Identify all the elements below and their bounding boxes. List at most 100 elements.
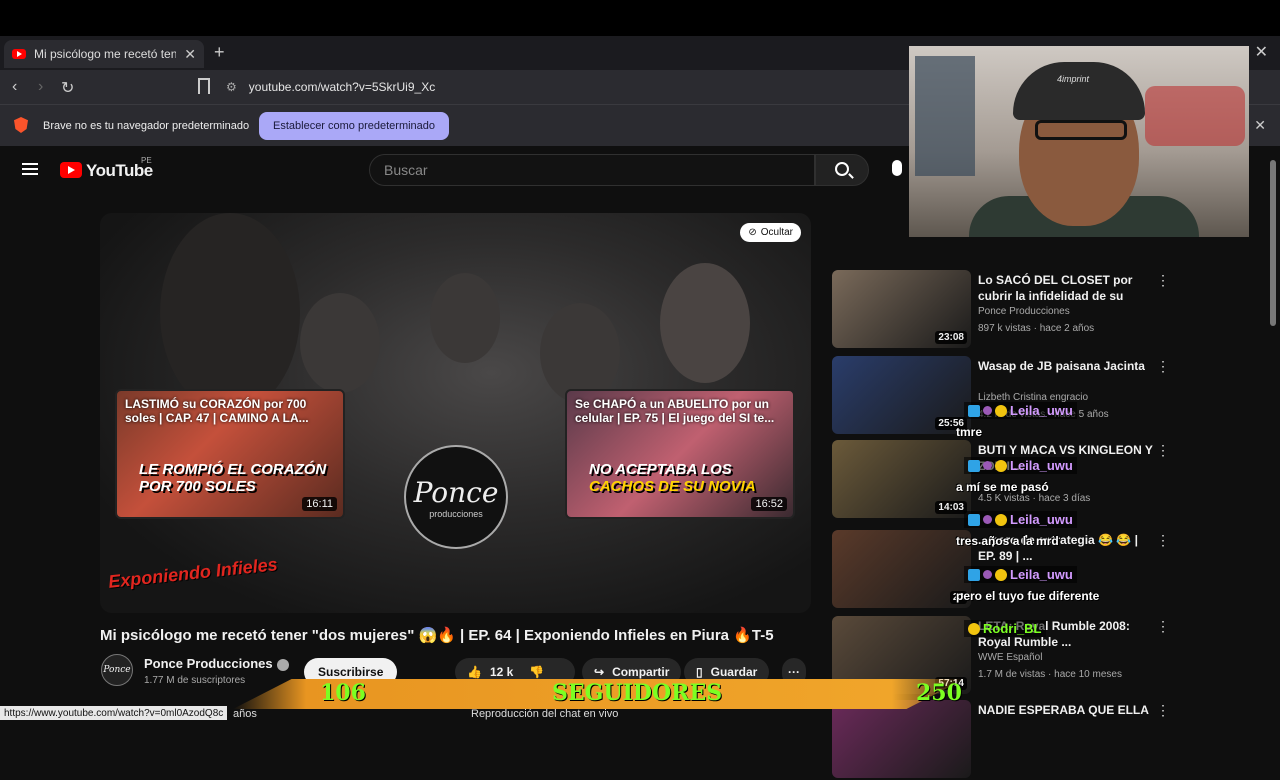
infobar-close-icon[interactable]: ✕ (1254, 117, 1266, 134)
chat-username[interactable]: Leila_uwu (964, 566, 1077, 583)
window-close-icon[interactable]: ✕ (1255, 42, 1268, 62)
chat-username[interactable]: Leila_uwu (964, 457, 1077, 474)
more-vert-icon[interactable]: ⋮ (1156, 702, 1170, 719)
more-vert-icon[interactable]: ⋮ (1156, 442, 1170, 459)
like-icon[interactable]: 👍 (467, 665, 482, 679)
close-tab-icon[interactable]: ✕ (184, 46, 196, 63)
video-title[interactable]: NADIE ESPERABA QUE ELLA (978, 702, 1158, 718)
crowd-figure (430, 273, 500, 363)
chat-message: tmre (956, 425, 983, 439)
video-thumbnail[interactable]: 14:03 (832, 440, 971, 518)
follower-target: 250 (916, 680, 962, 706)
youtube-logo-icon[interactable] (60, 162, 82, 178)
chat-username[interactable]: Rodri_BL (964, 620, 1046, 637)
channel-name[interactable]: Ponce Producciones (978, 306, 1070, 317)
bookmark-icon[interactable] (198, 78, 210, 94)
brave-logo-icon (14, 117, 28, 133)
badge-icon (968, 568, 980, 581)
badge-icon (995, 513, 1007, 526)
streamer-glasses (1035, 120, 1127, 140)
menu-icon[interactable] (22, 163, 38, 175)
recommended-video[interactable]: 23:08 Lo SACÓ DEL CLOSET por cubrir la i… (832, 270, 1252, 350)
youtube-favicon-icon (12, 49, 26, 59)
save-label: Guardar (710, 665, 758, 679)
microphone-icon[interactable] (892, 160, 902, 176)
video-player[interactable]: ⊘ Ocultar LASTIMÓ su CORAZÓN por 700 sole… (100, 213, 811, 613)
video-meta: 4.5 K vistas · hace 3 días (978, 493, 1091, 504)
video-thumbnail[interactable] (832, 700, 971, 778)
channel-name[interactable]: WWE Español (978, 652, 1042, 663)
tab-title: Mi psicólogo me recetó tener "d (34, 47, 177, 61)
forward-icon[interactable]: › (38, 78, 43, 96)
subscriber-count: 1.77 M de suscriptores (144, 675, 246, 686)
hide-endcards-button[interactable]: ⊘ Ocultar (740, 223, 801, 242)
badge-icon (968, 404, 980, 417)
video-thumbnail[interactable]: 23:08 (832, 270, 971, 348)
badge-icon (995, 459, 1007, 472)
more-vert-icon[interactable]: ⋮ (1156, 358, 1170, 375)
endcard-duration: 16:52 (751, 497, 787, 511)
bookmark-save-icon: ▯ (696, 665, 703, 679)
crowd-figure (660, 263, 750, 383)
video-thumbnail[interactable]: 25:56 (832, 356, 971, 434)
badge-icon (983, 515, 992, 524)
video-meta: 1.7 M de vistas · hace 10 meses (978, 669, 1122, 680)
video-duration: 23:08 (935, 331, 967, 344)
url-text: youtube.com/watch?v=5SkrUi9_Xc (248, 80, 436, 94)
search-placeholder: Buscar (384, 162, 428, 178)
hide-label: Ocultar (760, 227, 793, 238)
chat-message: pero el tuyo fue diferente (956, 589, 1100, 603)
new-tab-button[interactable]: + (214, 42, 225, 63)
url-field[interactable]: ⚙ youtube.com/watch?v=5SkrUi9_Xc (226, 74, 906, 100)
recommended-video[interactable]: 25:56 Wasap de JB paisana Jacinta Lizbet… (832, 356, 1252, 436)
browser-tab[interactable]: Mi psicólogo me recetó tener "d ✕ (4, 40, 204, 68)
more-vert-icon[interactable]: ⋮ (1156, 618, 1170, 635)
badge-icon (983, 570, 992, 579)
search-icon (835, 162, 849, 176)
chat-message: a mí se me pasó (956, 480, 1049, 494)
endcard-duration: 16:11 (302, 497, 337, 511)
reload-icon[interactable]: ↻ (61, 78, 74, 98)
video-title[interactable]: Lo SACÓ DEL CLOSET por cubrir la infidel… (978, 272, 1158, 304)
endcard-video-right[interactable]: Se CHAPÓ a un ABUELITO por un celular | … (565, 389, 795, 519)
scrollbar[interactable] (1270, 160, 1276, 326)
dislike-icon[interactable]: 👎 (529, 665, 544, 679)
endcard-caption: LE ROMPIÓ EL CORAZÓN POR 700 SOLES (139, 461, 327, 495)
search-input[interactable]: Buscar (369, 154, 815, 186)
verified-icon (276, 658, 289, 671)
video-title: Mi psicólogo me recetó tener "dos mujere… (100, 627, 774, 644)
background-object (1145, 86, 1245, 146)
hat-logo: 4imprint (1057, 74, 1090, 84)
region-code: PE (141, 156, 152, 165)
badge-icon (983, 406, 992, 415)
video-meta: 897 k vistas · hace 2 años (978, 323, 1095, 334)
more-vert-icon[interactable]: ⋮ (1156, 532, 1170, 549)
more-vert-icon[interactable]: ⋮ (1156, 272, 1170, 289)
streamer-hat (1013, 62, 1145, 120)
like-count[interactable]: 12 k (490, 665, 513, 679)
status-url: https://www.youtube.com/watch?v=0ml0Azod… (0, 706, 228, 720)
recommended-video[interactable]: NADIE ESPERABA QUE ELLA ⋮ (832, 700, 1252, 780)
badge-icon (968, 513, 980, 526)
background-object (915, 56, 975, 176)
chat-username[interactable]: Leila_uwu (964, 511, 1077, 528)
badge-icon (968, 622, 980, 635)
channel-name[interactable]: Ponce Producciones (144, 656, 289, 671)
channel-endcard-logo[interactable]: Ponce producciones (404, 445, 508, 549)
endcard-video-left[interactable]: LASTIMÓ su CORAZÓN por 700 soles | CAP. … (115, 389, 345, 519)
back-icon[interactable]: ‹ (12, 78, 17, 96)
site-settings-icon[interactable]: ⚙ (226, 80, 237, 94)
channel-avatar[interactable]: Ponce (101, 654, 133, 686)
chat-username[interactable]: Leila_uwu (964, 402, 1077, 419)
camera-figure (160, 213, 300, 413)
set-default-button[interactable]: Establecer como predeterminado (259, 112, 450, 140)
video-title[interactable]: Wasap de JB paisana Jacinta (978, 358, 1158, 374)
badge-icon (995, 404, 1007, 417)
chat-replay-label[interactable]: Reproducción del chat en vivo (471, 708, 618, 720)
badge-icon (983, 461, 992, 470)
video-thumbnail[interactable]: 22 (832, 530, 971, 608)
follower-current: 106 (320, 680, 366, 706)
ponce-logo-text: Ponce (413, 475, 499, 509)
endcard-title: LASTIMÓ su CORAZÓN por 700 soles | CAP. … (125, 397, 309, 425)
search-button[interactable] (815, 154, 869, 186)
